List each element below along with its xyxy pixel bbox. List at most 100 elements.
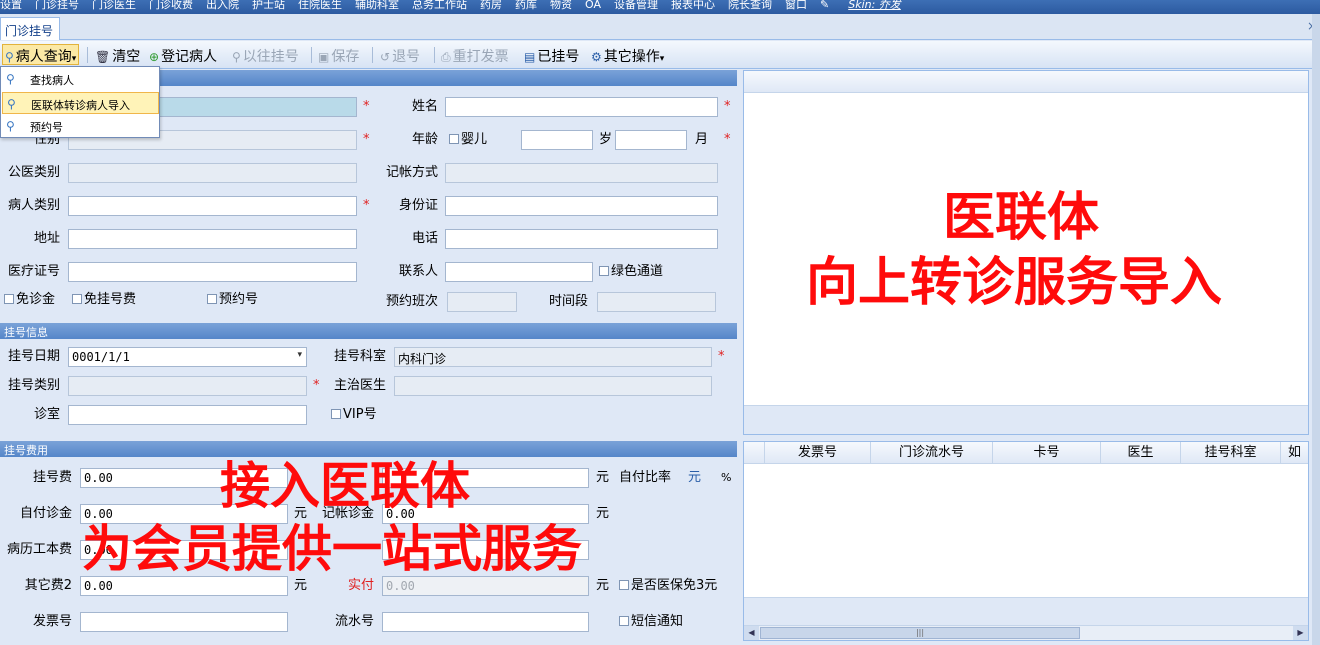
green-channel-checkbox[interactable]: 绿色通道 [599, 262, 663, 282]
toolbar-divider [372, 47, 373, 63]
tab-bar: 门诊挂号 × [0, 14, 1320, 40]
doctor-select[interactable] [394, 376, 712, 396]
required-marker: * [313, 378, 320, 393]
scroll-thumb[interactable]: ||| [760, 627, 1080, 639]
register-patient-button[interactable]: ⊕ 登记病人 [149, 46, 217, 65]
name-input[interactable] [445, 97, 718, 117]
reg-type-label: 挂号类别 [7, 378, 60, 393]
menu-item-appointment[interactable]: ⚲ 预约号 [2, 115, 159, 137]
help-icon[interactable]: ✎ [820, 0, 829, 10]
address-input[interactable] [68, 229, 357, 249]
registered-button[interactable]: ▤ 已挂号 [524, 46, 579, 65]
menu-outpatient-doctor[interactable]: 门诊医生 [92, 0, 136, 10]
toolbar: ⚲ 病人查询▾ 🗑 清空 ⊕ 登记病人 ⚲ 以往挂号 ▣ 保存 ↺ 退号 ⎙ 重打发票 ▤ 已挂… [0, 41, 1320, 69]
reg-dept-input[interactable]: 内科门诊 [394, 347, 712, 367]
horizontal-scrollbar[interactable]: ◀ ||| ▶ [744, 625, 1308, 640]
save-icon: ▣ [318, 50, 330, 64]
menu-general-affairs[interactable]: 总务工作站 [412, 0, 467, 10]
free-consult-checkbox[interactable]: 免诊金 [4, 290, 55, 310]
vip-checkbox[interactable]: VIP号 [331, 405, 377, 425]
menu-settings[interactable]: 设置 [0, 0, 22, 10]
free-reg-fee-checkbox[interactable]: 免挂号费 [72, 290, 136, 310]
menu-pharmacy[interactable]: 药房 [480, 0, 502, 10]
patient-query-button[interactable]: ⚲ 病人查询▾ [2, 44, 80, 65]
insurance-free3-checkbox[interactable]: 是否医保免3元 [619, 576, 717, 596]
column-header-invoice-no[interactable]: 发票号 [764, 442, 870, 464]
scroll-left-icon[interactable]: ◀ [744, 626, 759, 640]
reg-date-label: 挂号日期 [7, 349, 60, 364]
contact-label: 联系人 [398, 264, 438, 279]
paid-input[interactable]: 0.00 [382, 576, 589, 596]
column-header-serial-no[interactable]: 门诊流水号 [870, 442, 992, 464]
appointment-checkbox[interactable]: 预约号 [207, 290, 258, 310]
menu-report-center[interactable]: 报表中心 [671, 0, 715, 10]
previous-registration-button[interactable]: ⚲ 以往挂号 [232, 46, 299, 65]
menu-nurse-station[interactable]: 护士站 [252, 0, 285, 10]
chevron-down-icon: ▾ [659, 54, 665, 64]
column-header-card-no[interactable]: 卡号 [992, 442, 1100, 464]
scroll-right-icon[interactable]: ▶ [1293, 626, 1308, 640]
column-header-more[interactable]: 如 [1280, 442, 1308, 464]
serial-no-label: 流水号 [334, 614, 374, 629]
menu-dean-query[interactable]: 院长查询 [728, 0, 772, 10]
serial-no-input[interactable] [382, 612, 589, 632]
room-input[interactable] [68, 405, 307, 425]
cancel-registration-button[interactable]: ↺ 退号 [380, 46, 420, 65]
reg-date-input[interactable]: 0001/1/1 ▾ [68, 347, 307, 367]
save-button[interactable]: ▣ 保存 [318, 46, 359, 65]
years-unit: 岁 [599, 132, 613, 147]
reg-type-select[interactable] [68, 376, 307, 396]
clear-button[interactable]: 🗑 清空 [95, 46, 140, 65]
menu-auxiliary-dept[interactable]: 辅助科室 [355, 0, 399, 10]
menu-oa[interactable]: OA [585, 0, 601, 10]
doctor-label: 主治医生 [333, 378, 386, 393]
other-operations-button[interactable]: ⚙ 其它操作▾ [591, 46, 665, 65]
tools-icon: ⚙ [591, 50, 602, 64]
age-months-input[interactable] [615, 130, 687, 150]
patient-info-header [744, 71, 1308, 93]
other-fee-input[interactable]: 0.00 [80, 576, 288, 596]
menu-item-find-patient[interactable]: ⚲ 查找病人 [2, 68, 159, 90]
column-header-doctor[interactable]: 医生 [1100, 442, 1180, 464]
list-icon: ▤ [524, 50, 536, 64]
reprint-invoice-button[interactable]: ⎙ 重打发票 [441, 46, 509, 65]
menu-materials[interactable]: 物资 [550, 0, 572, 10]
column-header-dept[interactable]: 挂号科室 [1180, 442, 1280, 464]
patient-category-input[interactable] [68, 196, 357, 216]
phone-input[interactable] [445, 229, 718, 249]
menu-window[interactable]: 窗口 [785, 0, 807, 10]
print-icon: ⎙ [441, 50, 451, 64]
time-slot-input[interactable] [597, 292, 716, 312]
medical-category-select[interactable] [68, 163, 357, 183]
contact-input[interactable] [445, 262, 593, 282]
menu-equipment[interactable]: 设备管理 [614, 0, 658, 10]
age-years-input[interactable] [521, 130, 593, 150]
skin-link[interactable]: Skin: 乔发 [848, 0, 901, 10]
address-label: 地址 [33, 231, 60, 246]
patient-query-menu: ⚲ 查找病人 ⚲ 医联体转诊病人导入 ⚲ 预约号 [0, 66, 160, 138]
id-card-input[interactable] [445, 196, 718, 216]
tab-outpatient-registration[interactable]: 门诊挂号 [0, 17, 60, 40]
menu-admission[interactable]: 出入院 [206, 0, 239, 10]
vertical-scrollbar[interactable] [1312, 14, 1320, 645]
medical-cert-input[interactable] [68, 262, 357, 282]
required-marker: * [718, 349, 725, 364]
id-card-label: 身份证 [398, 198, 438, 213]
required-marker: * [363, 132, 370, 147]
reg-fee-label: 挂号费 [32, 470, 72, 485]
menu-outpatient-registration[interactable]: 门诊挂号 [35, 0, 79, 10]
reg-fee-unit: 元 [596, 470, 610, 485]
menu-inpatient-doctor[interactable]: 住院医生 [298, 0, 342, 10]
menu-item-import-referral[interactable]: ⚲ 医联体转诊病人导入 [2, 92, 159, 114]
chevron-down-icon: ▾ [71, 54, 77, 64]
infant-checkbox[interactable]: 婴儿 [449, 130, 487, 150]
search-icon: ⚲ [6, 72, 15, 86]
sms-checkbox[interactable]: 短信通知 [619, 612, 683, 632]
invoice-no-input[interactable] [80, 612, 288, 632]
menu-drug-store[interactable]: 药库 [515, 0, 537, 10]
search-icon: ⚲ [7, 97, 16, 111]
chevron-down-icon[interactable]: ▾ [297, 350, 302, 360]
appointment-shift-input[interactable] [447, 292, 517, 312]
menu-outpatient-charge[interactable]: 门诊收费 [149, 0, 193, 10]
billing-method-select[interactable] [445, 163, 718, 183]
